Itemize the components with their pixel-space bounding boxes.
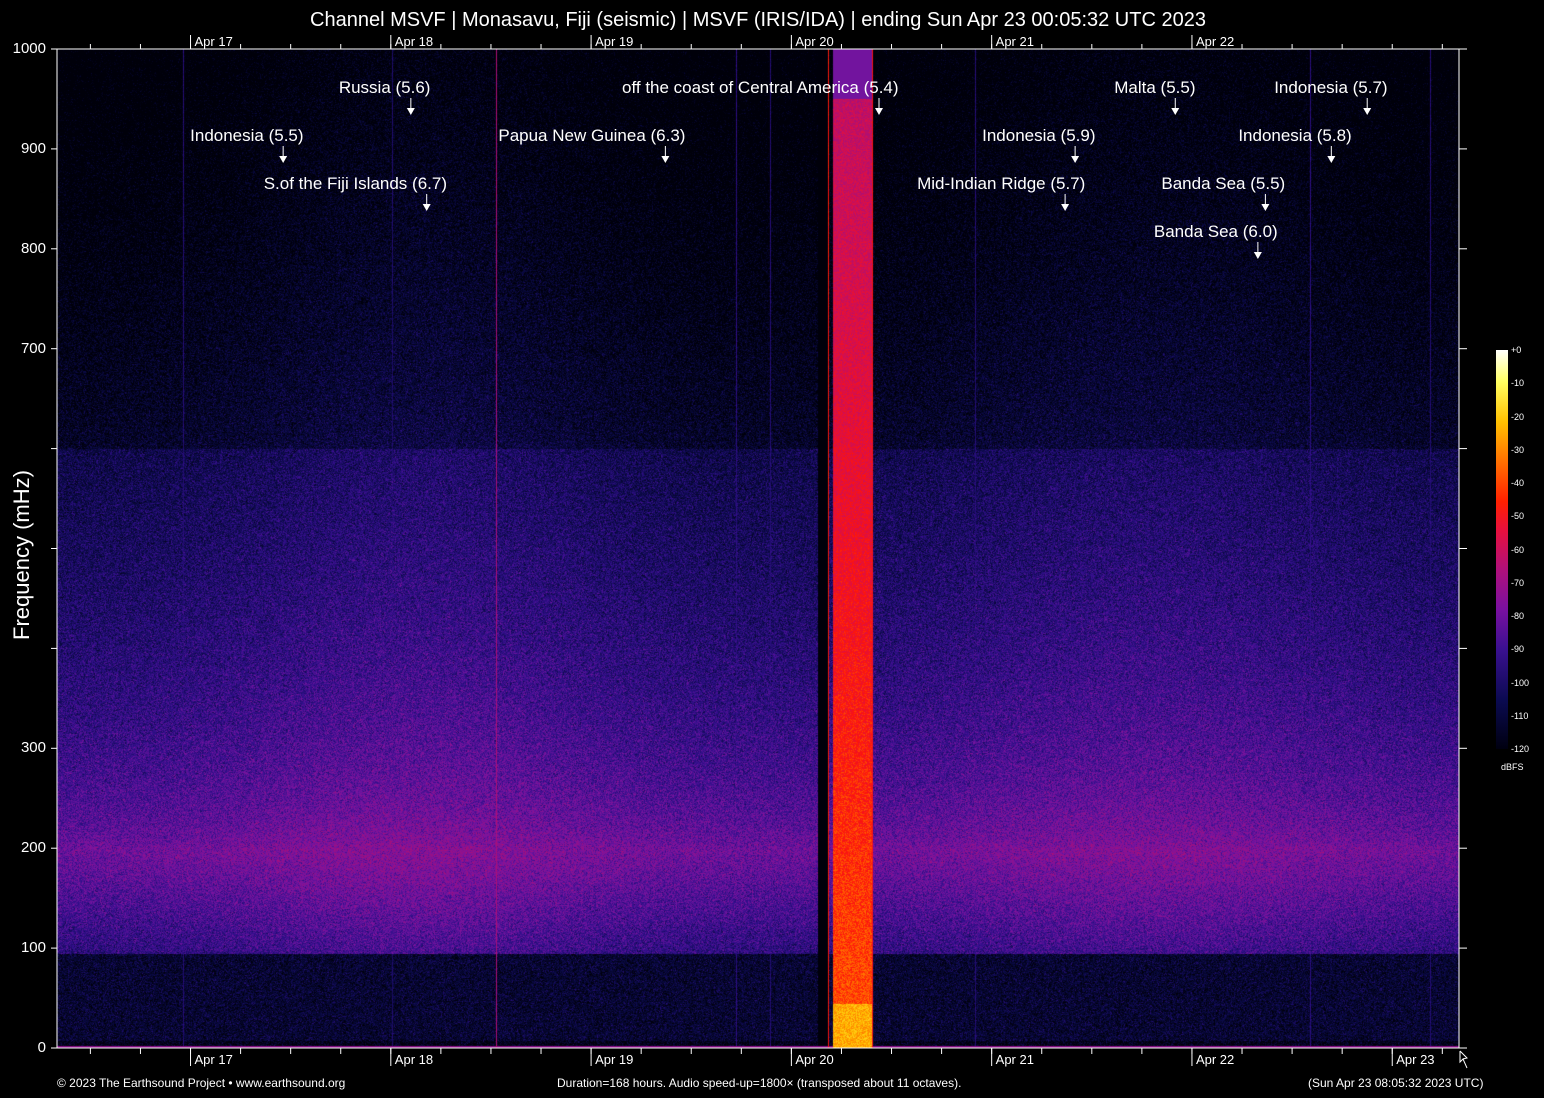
colorbar-tick-label: -100: [1511, 677, 1530, 688]
event-arrow-icon: [1061, 204, 1070, 211]
top-x-tick-label: Apr 18: [394, 34, 434, 49]
colorbar-tick-label: -110: [1511, 710, 1529, 721]
colorbar-tick-label: -90: [1511, 644, 1525, 655]
top-x-tick-label: Apr 20: [795, 34, 834, 49]
colorbar-tick-label: -60: [1511, 544, 1525, 555]
x-tick-label: Apr 19: [595, 1052, 634, 1067]
colorbar-tick-label: -30: [1511, 444, 1525, 455]
top-x-tick-label: Apr 19: [595, 34, 634, 49]
event-arrow-icon: [1363, 108, 1372, 115]
colorbar-tick-label: -80: [1511, 611, 1525, 621]
top-x-tick-label: Apr 21: [995, 34, 1034, 49]
event-label: Indonesia (5.7): [1274, 78, 1388, 97]
event-arrow-icon: [422, 204, 431, 211]
event-arrow-icon: [1261, 204, 1270, 211]
event-label: Indonesia (5.8): [1238, 126, 1352, 145]
x-tick-label: Apr 20: [795, 1052, 834, 1067]
colorbar-unit: dBFS: [1501, 762, 1524, 772]
colorbar-tick-label: +0: [1511, 345, 1522, 355]
event-label: Malta (5.5): [1114, 78, 1196, 97]
x-tick-label: Apr 22: [1195, 1052, 1235, 1067]
x-tick-label: Apr 18: [394, 1052, 434, 1067]
event-label: S.of the Fiji Islands (6.7): [263, 174, 447, 193]
top-x-tick-label: Apr 17: [194, 34, 233, 49]
colorbar-tick-label: -10: [1511, 378, 1525, 389]
event-label: Indonesia (5.9): [982, 126, 1096, 145]
event-label: Russia (5.6): [338, 78, 431, 97]
event-arrow-icon: [1171, 108, 1180, 115]
event-label: Papua New Guinea (6.3): [498, 126, 686, 145]
event-label: off the coast of Central America (5.4): [622, 78, 899, 97]
footer-timestamp: (Sun Apr 23 08:05:32 2023 UTC): [1308, 1076, 1484, 1090]
now-marker-icon: [1459, 1050, 1468, 1069]
colorbar-tick-label: -120: [1511, 744, 1530, 754]
x-tick-label: Apr 23: [1396, 1052, 1435, 1067]
event-arrow-icon: [1253, 252, 1262, 259]
colorbar: [1496, 350, 1508, 749]
event-arrow-icon: [875, 108, 884, 115]
colorbar-tick-label: -40: [1511, 478, 1525, 488]
event-label: Banda Sea (6.0): [1153, 222, 1278, 241]
event-arrow-icon: [1327, 156, 1336, 163]
event-arrow-icon: [661, 156, 670, 163]
x-tick-label: Apr 21: [995, 1052, 1034, 1067]
top-x-tick-label: Apr 22: [1195, 34, 1235, 49]
event-arrow-icon: [406, 108, 415, 115]
footer-copyright: © 2023 The Earthsound Project • www.eart…: [57, 1076, 346, 1090]
colorbar-tick-label: -70: [1511, 577, 1525, 588]
axes: [51, 35, 1468, 1069]
x-tick-label: Apr 17: [194, 1052, 233, 1067]
event-label: Mid-Indian Ridge (5.7): [917, 174, 1086, 193]
footer-duration: Duration=168 hours. Audio speed-up=1800×…: [557, 1076, 962, 1090]
event-arrow-icon: [279, 156, 288, 163]
colorbar-tick-label: -20: [1511, 411, 1525, 422]
event-arrow-icon: [1071, 156, 1080, 163]
colorbar-tick-label: -50: [1511, 511, 1525, 522]
event-label: Indonesia (5.5): [190, 126, 304, 145]
event-label: Banda Sea (5.5): [1161, 174, 1286, 193]
